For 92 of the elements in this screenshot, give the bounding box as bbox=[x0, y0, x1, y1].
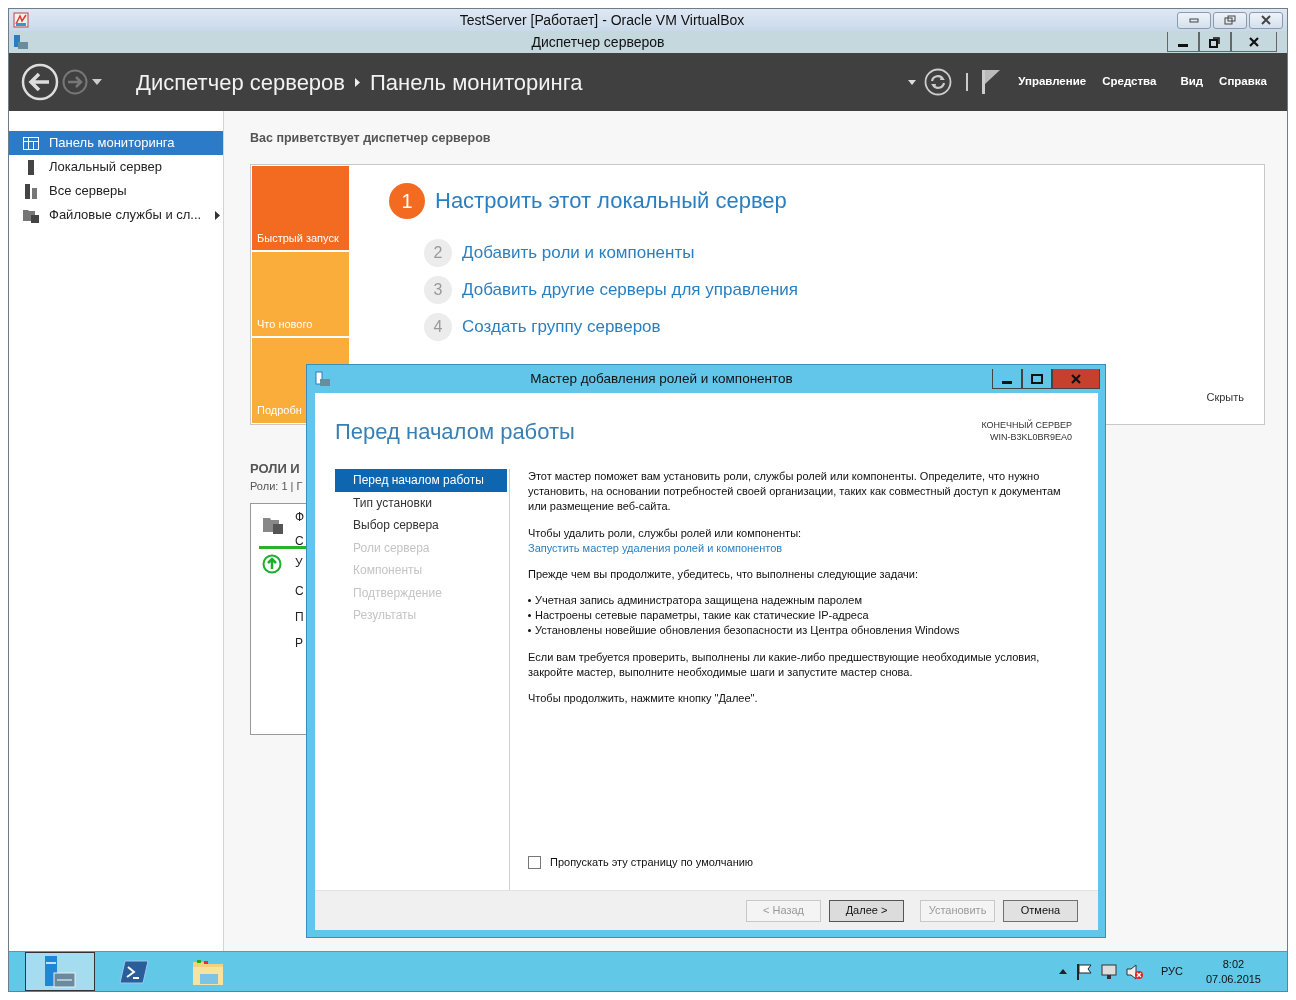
remove-roles-link[interactable]: Запустить мастер удаления ролей и компонентов bbox=[528, 541, 783, 554]
target-server-name: WIN-B3KL0BR9EA0 bbox=[988, 431, 1072, 444]
close-icon bbox=[1260, 15, 1272, 25]
wizard-icon bbox=[315, 371, 331, 387]
bullet-icon bbox=[528, 614, 531, 618]
step-number: 4 bbox=[424, 312, 452, 341]
maximize-icon bbox=[1031, 373, 1043, 384]
minimize-icon bbox=[1178, 44, 1188, 47]
wizard-button[interactable]: Далее > bbox=[829, 899, 904, 922]
paragraph: Чтобы удалить роли, службы ролей или компоненты: bbox=[528, 525, 803, 541]
dashboard-icon bbox=[23, 136, 39, 150]
breadcrumb-item[interactable]: Диспетчер серверов bbox=[136, 65, 346, 99]
minimize-icon bbox=[1188, 16, 1200, 24]
window-title: Диспетчер серверов bbox=[530, 32, 666, 52]
show-hidden-icons[interactable] bbox=[1058, 969, 1067, 974]
breadcrumb-arrow-icon bbox=[355, 77, 361, 87]
menu-item[interactable]: Справка bbox=[1219, 73, 1267, 91]
checkbox-label[interactable]: Пропускать эту страницу по умолчанию bbox=[550, 854, 754, 870]
window-title: TestServer [Работает] - Oracle VM VirtualBox bbox=[458, 10, 746, 30]
minimize-button[interactable] bbox=[992, 369, 1022, 389]
servers-icon bbox=[23, 183, 39, 199]
expand-arrow-icon[interactable] bbox=[215, 210, 221, 220]
close-button[interactable] bbox=[1231, 32, 1277, 52]
network-icon[interactable] bbox=[1100, 963, 1117, 980]
window-title: Мастер добавления ролей и компонентов bbox=[529, 369, 794, 388]
folder-icon bbox=[23, 207, 39, 223]
bullet-icon bbox=[528, 629, 531, 633]
step-link[interactable]: Настроить этот локальный сервер bbox=[435, 184, 787, 218]
step-number: 1 bbox=[389, 182, 425, 219]
wizard-step[interactable]: Тип установки bbox=[335, 491, 507, 514]
paragraph: Если вам требуется проверить, выполнены ли какие-либо предшествующие необходимые условия, закройте мастер, выполните необходимые шаги и запустите мастер снова. bbox=[528, 649, 1041, 680]
clock-time[interactable]: 8:02 bbox=[1205, 957, 1261, 972]
maximize-button[interactable] bbox=[1022, 369, 1052, 389]
tile-text: С bbox=[295, 532, 304, 550]
minimize-button[interactable] bbox=[1167, 32, 1199, 52]
list-item: Настроены сетевые параметры, такие как статические IP-адреса bbox=[535, 608, 869, 624]
server-manager-icon bbox=[13, 34, 29, 50]
list-item: Установлены новейшие обновления безопасности из Центра обновления Windows bbox=[535, 623, 960, 639]
restore-icon bbox=[1209, 35, 1221, 48]
powershell-icon bbox=[119, 959, 149, 984]
taskbar-app[interactable] bbox=[25, 952, 95, 991]
paragraph: Этот мастер поможет вам установить роли, службы ролей или компоненты. Определите, что нужно установить, на основании потребностей своей организации, таких как совместный доступ к документам или размещение веб-сайта. bbox=[528, 469, 1062, 515]
close-button[interactable] bbox=[1249, 11, 1283, 29]
folder-icon bbox=[192, 957, 224, 986]
speaker-muted-icon[interactable] bbox=[1125, 963, 1144, 980]
menu-item[interactable]: Управление bbox=[1018, 73, 1087, 91]
list-item: Учетная запись администратора защищена надежным паролем bbox=[535, 593, 862, 609]
language-indicator[interactable]: РУС bbox=[1160, 963, 1183, 980]
section-heading: Вас приветствует диспетчер серверов bbox=[250, 130, 492, 147]
wizard-button[interactable]: Отмена bbox=[1003, 899, 1078, 922]
restore-button[interactable] bbox=[1199, 32, 1231, 52]
roles-count: Роли: 1 | Г bbox=[250, 479, 303, 495]
menu-item[interactable]: Средства bbox=[1102, 73, 1157, 91]
paragraph: Прежде чем вы продолжите, убедитесь, что выполнены следующие задачи: bbox=[528, 566, 919, 582]
dropdown-caret-icon[interactable] bbox=[92, 79, 102, 85]
dropdown-caret-icon[interactable] bbox=[908, 79, 917, 85]
bullet-icon bbox=[528, 599, 531, 603]
restore-icon bbox=[1224, 15, 1236, 25]
step-number: 2 bbox=[424, 238, 452, 267]
wizard-step[interactable]: Перед началом работы bbox=[335, 469, 507, 492]
tile-text: Р bbox=[295, 634, 303, 652]
step-link[interactable]: Добавить роли и компоненты bbox=[462, 240, 695, 266]
back-button[interactable] bbox=[21, 63, 59, 101]
sidebar-item[interactable]: Все серверы bbox=[9, 179, 223, 203]
refresh-icon[interactable] bbox=[924, 68, 953, 96]
folder-icon bbox=[263, 515, 285, 534]
minimize-icon bbox=[1002, 381, 1012, 384]
breadcrumb-item[interactable]: Панель мониторинга bbox=[370, 65, 583, 99]
paragraph: Чтобы продолжить, нажмите кнопку "Далее". bbox=[528, 690, 759, 706]
tile-text: У bbox=[295, 554, 303, 572]
flag-icon[interactable] bbox=[1075, 963, 1092, 980]
checkbox[interactable] bbox=[528, 855, 541, 869]
step-link[interactable]: Создать группу серверов bbox=[462, 314, 661, 340]
step-link[interactable]: Добавить другие серверы для управления bbox=[462, 277, 798, 303]
sidebar-item[interactable]: Локальный сервер bbox=[9, 155, 223, 179]
close-icon bbox=[1070, 373, 1082, 384]
close-icon bbox=[1248, 36, 1260, 47]
flag-icon[interactable] bbox=[982, 70, 1001, 94]
target-server-label: КОНЕЧНЫЙ СЕРВЕР bbox=[981, 418, 1072, 431]
server-manager-icon bbox=[43, 955, 77, 988]
tile-text: П bbox=[295, 608, 304, 626]
app-logo-icon bbox=[13, 12, 29, 28]
menu-item[interactable]: Вид bbox=[1180, 73, 1204, 91]
step-number: 3 bbox=[424, 275, 452, 304]
tile-text: С bbox=[295, 582, 304, 600]
clock-date[interactable]: 07.06.2015 bbox=[1205, 971, 1261, 986]
sidebar-item[interactable]: Файловые службы и сл... bbox=[9, 203, 223, 227]
tile-text: Ф bbox=[295, 508, 305, 526]
sidebar-item[interactable]: Панель мониторинга bbox=[9, 131, 223, 155]
hide-link[interactable]: Скрыть bbox=[1206, 389, 1244, 406]
section-heading: РОЛИ И bbox=[250, 459, 300, 478]
wizard-step[interactable]: Выбор сервера bbox=[335, 514, 507, 537]
